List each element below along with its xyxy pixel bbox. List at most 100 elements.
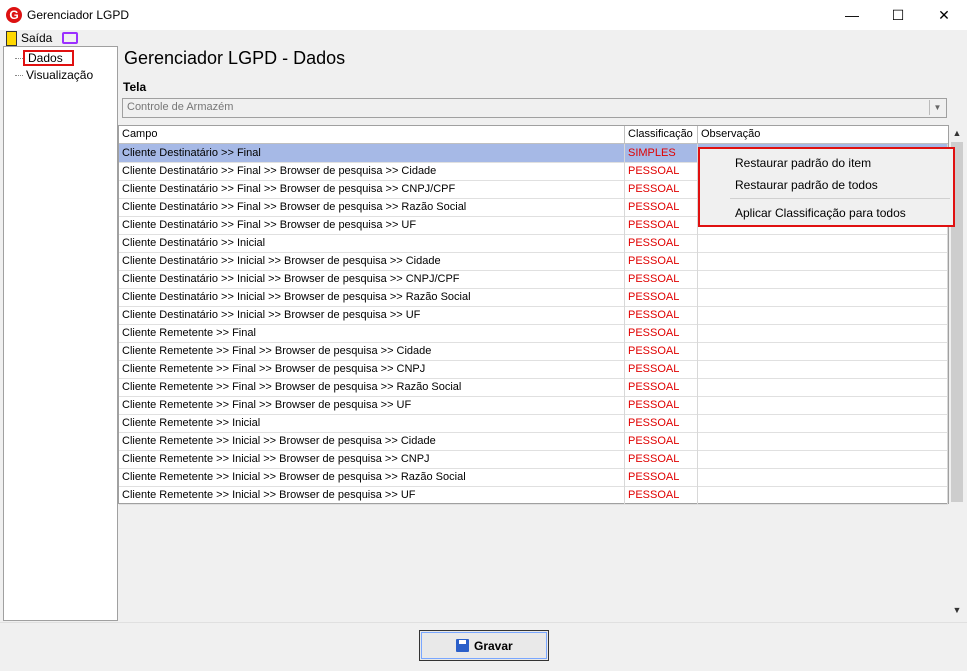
table-row[interactable]: Cliente Destinatário >> Inicial >> Brows… [119, 306, 948, 325]
tree-item-visualizacao[interactable]: Visualização [26, 68, 93, 82]
monitor-icon[interactable] [62, 32, 78, 44]
cell-classificacao[interactable]: PESSOAL [625, 360, 698, 378]
table-row[interactable]: Cliente Remetente >> Final >> Browser de… [119, 360, 948, 379]
cell-campo[interactable]: Cliente Remetente >> Inicial [119, 414, 625, 432]
cell-classificacao[interactable]: PESSOAL [625, 324, 698, 342]
cell-classificacao[interactable]: PESSOAL [625, 432, 698, 450]
cell-campo[interactable]: Cliente Destinatário >> Final >> Browser… [119, 162, 625, 180]
cell-classificacao[interactable]: PESSOAL [625, 414, 698, 432]
cell-observacao[interactable] [698, 432, 948, 450]
menu-item-restore-item[interactable]: Restaurar padrão do item [735, 156, 871, 170]
menu-item-restore-all[interactable]: Restaurar padrão de todos [735, 178, 878, 192]
table-row[interactable]: Cliente Destinatário >> Inicial >> Brows… [119, 270, 948, 289]
table-row[interactable]: Cliente Remetente >> Final >> Browser de… [119, 378, 948, 397]
table-row[interactable]: Cliente Remetente >> Final >> Browser de… [119, 342, 948, 361]
tela-label: Tela [123, 80, 147, 94]
table-row[interactable]: Cliente Remetente >> Inicial >> Browser … [119, 468, 948, 487]
table-row[interactable]: Cliente Remetente >> Inicial >> Browser … [119, 486, 948, 505]
tree-connector [15, 75, 23, 76]
cell-campo[interactable]: Cliente Destinatário >> Inicial >> Brows… [119, 252, 625, 270]
minimize-button[interactable]: — [829, 0, 875, 30]
save-disk-icon [456, 639, 469, 652]
chevron-down-icon[interactable]: ▼ [929, 100, 945, 115]
tela-select[interactable]: Controle de Armazém ▼ [122, 98, 947, 118]
column-header-observacao[interactable]: Observação [698, 126, 948, 143]
cell-classificacao[interactable]: PESSOAL [625, 486, 698, 504]
table-row[interactable]: Cliente Destinatário >> Inicial >> Brows… [119, 252, 948, 271]
cell-classificacao[interactable]: PESSOAL [625, 234, 698, 252]
scroll-up-icon[interactable]: ▲ [949, 125, 965, 141]
cell-classificacao[interactable]: PESSOAL [625, 252, 698, 270]
cell-observacao[interactable] [698, 378, 948, 396]
cell-observacao[interactable] [698, 252, 948, 270]
cell-classificacao[interactable]: PESSOAL [625, 288, 698, 306]
column-header-classificacao[interactable]: Classificação [625, 126, 698, 143]
cell-observacao[interactable] [698, 306, 948, 324]
save-button-label: Gravar [474, 639, 513, 653]
cell-campo[interactable]: Cliente Remetente >> Final >> Browser de… [119, 360, 625, 378]
cell-observacao[interactable] [698, 468, 948, 486]
menu-item-apply-classification-all[interactable]: Aplicar Classificação para todos [735, 206, 906, 220]
cell-classificacao[interactable]: PESSOAL [625, 270, 698, 288]
table-row[interactable]: Cliente Remetente >> Final PESSOAL [119, 324, 948, 343]
cell-classificacao[interactable]: PESSOAL [625, 378, 698, 396]
cell-observacao[interactable] [698, 414, 948, 432]
cell-campo[interactable]: Cliente Remetente >> Final >> Browser de… [119, 396, 625, 414]
cell-campo[interactable]: Cliente Destinatário >> Final >> Browser… [119, 180, 625, 198]
cell-campo[interactable]: Cliente Remetente >> Final >> Browser de… [119, 378, 625, 396]
column-header-campo[interactable]: Campo [119, 126, 625, 143]
table-row[interactable]: Cliente Destinatário >> Inicial >> Brows… [119, 288, 948, 307]
cell-observacao[interactable] [698, 396, 948, 414]
cell-classificacao[interactable]: PESSOAL [625, 396, 698, 414]
exit-button[interactable]: Saída [21, 31, 52, 45]
table-row[interactable]: Cliente Remetente >> Inicial PESSOAL [119, 414, 948, 433]
table-row[interactable]: Cliente Destinatário >> Inicial PESSOAL [119, 234, 948, 253]
save-button[interactable]: Gravar [419, 630, 549, 661]
cell-observacao[interactable] [698, 270, 948, 288]
cell-campo[interactable]: Cliente Remetente >> Inicial >> Browser … [119, 432, 625, 450]
cell-classificacao[interactable]: PESSOAL [625, 342, 698, 360]
cell-observacao[interactable] [698, 234, 948, 252]
title-bar: G Gerenciador LGPD — ☐ ✕ [0, 0, 967, 30]
cell-campo[interactable]: Cliente Remetente >> Inicial >> Browser … [119, 486, 625, 504]
cell-campo[interactable]: Cliente Remetente >> Inicial >> Browser … [119, 450, 625, 468]
cell-campo[interactable]: Cliente Destinatário >> Inicial >> Brows… [119, 288, 625, 306]
cell-observacao[interactable] [698, 342, 948, 360]
cell-observacao[interactable] [698, 486, 948, 504]
cell-classificacao[interactable]: PESSOAL [625, 450, 698, 468]
cell-campo[interactable]: Cliente Destinatário >> Final [119, 144, 625, 162]
tree-item-dados[interactable]: Dados [28, 51, 63, 65]
cell-observacao[interactable] [698, 450, 948, 468]
app-logo-icon: G [6, 7, 22, 23]
cell-campo[interactable]: Cliente Destinatário >> Inicial >> Brows… [119, 306, 625, 324]
close-button[interactable]: ✕ [921, 0, 967, 30]
tree-connector [15, 58, 23, 59]
cell-classificacao[interactable]: PESSOAL [625, 198, 698, 216]
exit-door-icon[interactable] [6, 31, 17, 46]
cell-classificacao[interactable]: PESSOAL [625, 180, 698, 198]
cell-campo[interactable]: Cliente Destinatário >> Inicial [119, 234, 625, 252]
cell-classificacao[interactable]: SIMPLES [625, 144, 698, 162]
table-row[interactable]: Cliente Remetente >> Inicial >> Browser … [119, 432, 948, 451]
toolbar: Saída [0, 30, 967, 46]
cell-observacao[interactable] [698, 360, 948, 378]
cell-campo[interactable]: Cliente Remetente >> Inicial >> Browser … [119, 468, 625, 486]
cell-classificacao[interactable]: PESSOAL [625, 468, 698, 486]
cell-campo[interactable]: Cliente Destinatário >> Final >> Browser… [119, 198, 625, 216]
cell-classificacao[interactable]: PESSOAL [625, 216, 698, 234]
table-row[interactable]: Cliente Remetente >> Inicial >> Browser … [119, 450, 948, 469]
navigation-tree: Dados Visualização [3, 46, 118, 621]
table-row[interactable]: Cliente Remetente >> Final >> Browser de… [119, 396, 948, 415]
cell-observacao[interactable] [698, 324, 948, 342]
maximize-button[interactable]: ☐ [875, 0, 921, 30]
cell-observacao[interactable] [698, 288, 948, 306]
cell-campo[interactable]: Cliente Remetente >> Final >> Browser de… [119, 342, 625, 360]
cell-classificacao[interactable]: PESSOAL [625, 306, 698, 324]
cell-classificacao[interactable]: PESSOAL [625, 162, 698, 180]
grid-header: Campo Classificação Observação [119, 126, 948, 144]
cell-campo[interactable]: Cliente Destinatário >> Final >> Browser… [119, 216, 625, 234]
page-title: Gerenciador LGPD - Dados [124, 48, 346, 68]
cell-campo[interactable]: Cliente Destinatário >> Inicial >> Brows… [119, 270, 625, 288]
cell-campo[interactable]: Cliente Remetente >> Final [119, 324, 625, 342]
scroll-down-icon[interactable]: ▼ [949, 602, 965, 618]
